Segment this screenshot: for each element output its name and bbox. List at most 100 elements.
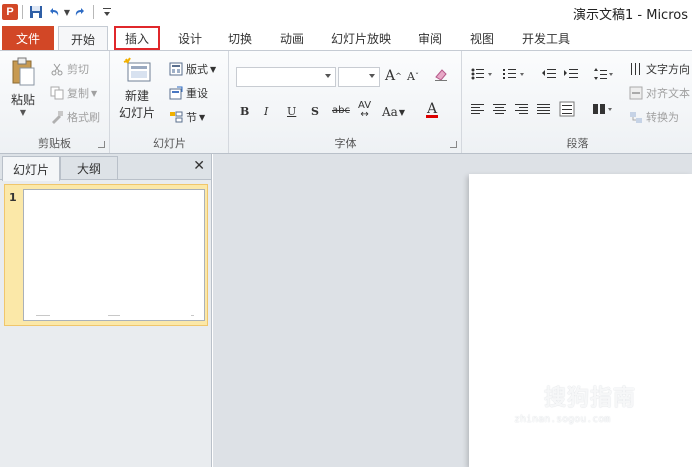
font-color-button[interactable]: A bbox=[426, 101, 438, 118]
slides-group: 新建 幻灯片 版式 ▼ 重设 节 ▼ 幻灯片 bbox=[111, 51, 229, 153]
cut-button[interactable]: 剪切 bbox=[50, 61, 89, 77]
copy-icon bbox=[50, 86, 64, 100]
distributed-button[interactable] bbox=[559, 101, 575, 117]
undo-dropdown-icon[interactable]: ▼ bbox=[63, 8, 71, 17]
chevron-down-icon bbox=[325, 74, 331, 78]
slide-thumbnail-selected[interactable]: 1 bbox=[4, 184, 208, 326]
reset-button[interactable]: 重设 bbox=[169, 85, 208, 101]
increase-indent-icon bbox=[564, 69, 578, 78]
bold-button[interactable]: B bbox=[240, 105, 249, 118]
tab-review[interactable]: 审阅 bbox=[410, 26, 450, 50]
reset-label: 重设 bbox=[186, 87, 208, 100]
copy-dropdown-icon[interactable]: ▼ bbox=[91, 89, 97, 98]
new-slide-label-1: 新建 bbox=[125, 89, 150, 103]
numbering-button[interactable] bbox=[503, 67, 529, 81]
layout-icon bbox=[169, 62, 183, 76]
bullets-button[interactable] bbox=[471, 67, 497, 81]
numbering-icon bbox=[503, 69, 524, 79]
clipboard-launcher-icon[interactable] bbox=[98, 141, 105, 148]
align-text-icon bbox=[629, 86, 643, 100]
tab-home[interactable]: 开始 bbox=[58, 26, 108, 51]
clipboard-group-label: 剪贴板 bbox=[38, 137, 71, 150]
thumb-footer-mark bbox=[191, 315, 194, 316]
watermark-url: zhinan.sogou.com bbox=[514, 414, 611, 425]
font-color-bar bbox=[426, 115, 438, 118]
section-icon bbox=[169, 110, 183, 124]
columns-icon bbox=[593, 104, 612, 114]
section-button[interactable]: 节 ▼ bbox=[169, 109, 205, 125]
italic-button[interactable]: I bbox=[264, 105, 268, 118]
powerpoint-logo-icon[interactable]: P bbox=[2, 4, 18, 20]
justify-button[interactable] bbox=[537, 103, 551, 115]
tab-transitions[interactable]: 切换 bbox=[220, 26, 260, 50]
align-text-button[interactable]: 对齐文本 bbox=[629, 85, 690, 101]
font-name-dropdown[interactable] bbox=[236, 67, 336, 87]
paste-label: 粘贴 bbox=[10, 93, 35, 107]
underline-button[interactable]: U bbox=[287, 105, 296, 118]
slides-outline-pane: 幻灯片 大纲 ✕ 1 bbox=[0, 154, 212, 467]
shrink-font-icon: A bbox=[407, 70, 415, 83]
align-right-button[interactable] bbox=[515, 103, 529, 115]
save-icon[interactable] bbox=[27, 3, 45, 21]
change-case-button[interactable]: Aa ▼ bbox=[382, 105, 405, 119]
convert-smartart-button[interactable]: 转换为 bbox=[629, 109, 679, 125]
customize-qat-icon[interactable] bbox=[98, 3, 116, 21]
slide-thumbnail[interactable] bbox=[23, 189, 205, 321]
new-slide-button[interactable]: 新建 幻灯片 bbox=[119, 57, 155, 121]
layout-button[interactable]: 版式 ▼ bbox=[169, 61, 216, 77]
clipboard-group: 粘贴 ▼ 剪切 复制 ▼ 格式刷 剪贴板 bbox=[0, 51, 110, 153]
font-launcher-icon[interactable] bbox=[450, 141, 457, 148]
decrease-indent-button[interactable] bbox=[541, 67, 557, 81]
tab-insert[interactable]: 插入 bbox=[114, 26, 160, 50]
convert-label: 转换为 bbox=[646, 111, 679, 124]
columns-button[interactable] bbox=[593, 103, 615, 115]
tab-animations[interactable]: 动画 bbox=[272, 26, 312, 50]
align-right-icon bbox=[515, 104, 528, 114]
thumb-footer-mark bbox=[108, 315, 120, 316]
format-painter-label: 格式刷 bbox=[67, 111, 100, 124]
clear-format-icon bbox=[435, 69, 447, 81]
tab-file[interactable]: 文件 bbox=[2, 26, 54, 50]
format-painter-button[interactable]: 格式刷 bbox=[50, 109, 100, 125]
copy-label: 复制 bbox=[67, 87, 89, 100]
tab-slides-pane[interactable]: 幻灯片 bbox=[2, 156, 60, 181]
line-spacing-icon bbox=[594, 68, 613, 80]
character-spacing-button[interactable]: AV ↔ bbox=[358, 101, 371, 120]
tab-view[interactable]: 视图 bbox=[462, 26, 502, 50]
qat-separator bbox=[22, 5, 23, 19]
clear-format-button[interactable] bbox=[433, 67, 449, 83]
close-pane-icon[interactable]: ✕ bbox=[193, 158, 205, 174]
tab-developer[interactable]: 开发工具 bbox=[516, 26, 576, 50]
sogou-logo-icon bbox=[514, 383, 540, 409]
text-direction-label: 文字方向 bbox=[646, 63, 690, 76]
font-size-dropdown[interactable] bbox=[338, 67, 380, 87]
justify-icon bbox=[537, 104, 550, 114]
layout-dropdown-icon[interactable]: ▼ bbox=[210, 65, 216, 74]
reset-icon bbox=[169, 86, 183, 100]
tab-design[interactable]: 设计 bbox=[170, 26, 210, 50]
window-title: 演示文稿1 - Micros bbox=[573, 8, 688, 23]
tab-slideshow[interactable]: 幻灯片放映 bbox=[326, 26, 396, 50]
spacing-arrows-icon: ↔ bbox=[360, 109, 369, 120]
copy-button[interactable]: 复制 ▼ bbox=[50, 85, 97, 101]
paste-button[interactable]: 粘贴 ▼ bbox=[10, 57, 36, 117]
new-slide-icon bbox=[123, 57, 151, 82]
increase-indent-button[interactable] bbox=[563, 67, 579, 81]
align-center-button[interactable] bbox=[493, 103, 507, 115]
shrink-font-button[interactable]: Aˇ bbox=[407, 70, 419, 83]
line-spacing-button[interactable] bbox=[593, 67, 615, 81]
undo-icon[interactable] bbox=[45, 3, 63, 21]
redo-icon[interactable] bbox=[71, 3, 89, 21]
align-left-button[interactable] bbox=[471, 103, 485, 115]
down-caret-icon: ˇ bbox=[414, 72, 419, 81]
section-dropdown-icon[interactable]: ▼ bbox=[199, 113, 205, 122]
grow-font-button[interactable]: A ^ bbox=[385, 68, 402, 84]
text-direction-button[interactable]: 文字方向 bbox=[629, 61, 690, 77]
strikethrough-button[interactable]: abc bbox=[332, 105, 350, 116]
format-painter-icon bbox=[50, 110, 64, 124]
tab-outline-pane[interactable]: 大纲 bbox=[60, 156, 118, 180]
font-group: A ^ Aˇ B I U S abc AV ↔ Aa ▼ A 字体 bbox=[230, 51, 462, 153]
font-color-label: A bbox=[426, 101, 438, 117]
paste-dropdown-icon[interactable]: ▼ bbox=[20, 108, 26, 117]
text-shadow-button[interactable]: S bbox=[311, 105, 319, 118]
